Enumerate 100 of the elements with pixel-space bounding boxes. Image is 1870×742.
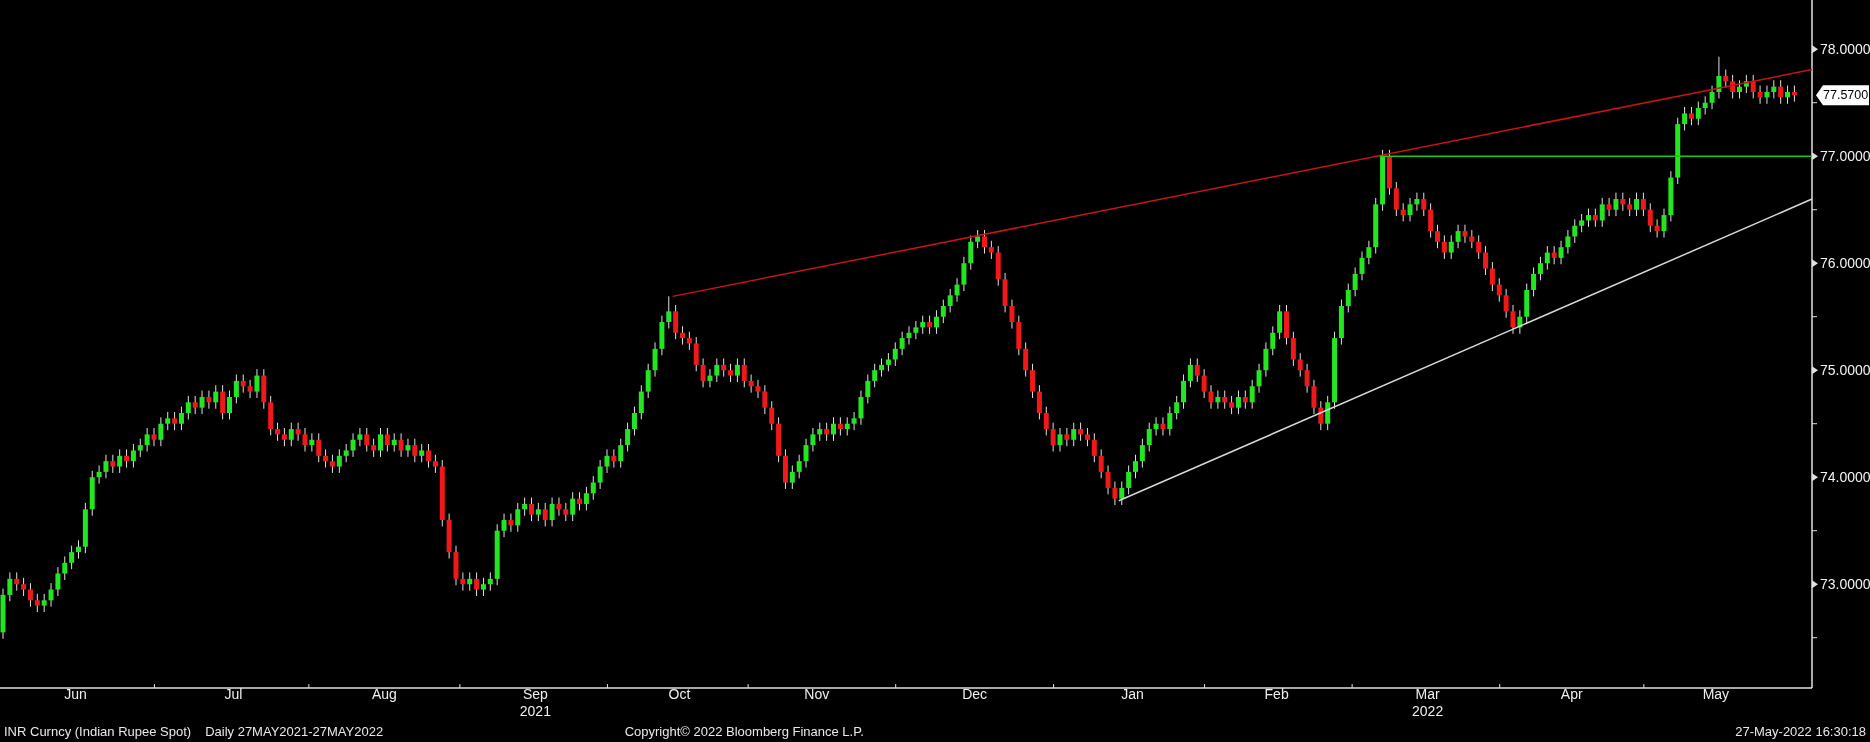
candlestick bbox=[1750, 74, 1756, 99]
candlestick bbox=[961, 256, 967, 292]
candlestick bbox=[1057, 427, 1063, 453]
candlestick bbox=[124, 448, 130, 469]
candlestick bbox=[851, 411, 857, 431]
candlestick bbox=[350, 432, 356, 458]
axis-label: Aug bbox=[371, 686, 397, 702]
candlestick bbox=[748, 373, 754, 394]
candlestick bbox=[480, 577, 486, 597]
candlestick bbox=[1167, 406, 1173, 436]
candlestick bbox=[1050, 422, 1056, 453]
candlestick bbox=[975, 229, 981, 249]
candlestick bbox=[62, 555, 68, 581]
candlestick bbox=[378, 427, 383, 458]
candlestick bbox=[1634, 192, 1640, 217]
candlestick bbox=[611, 448, 617, 469]
axis-label: Jan bbox=[1121, 686, 1144, 702]
candlestick bbox=[76, 539, 81, 560]
axis-label: Sep bbox=[522, 686, 548, 702]
candlestick bbox=[1400, 202, 1406, 222]
last-price-tag: 77.5700 bbox=[1816, 85, 1869, 106]
candlestick bbox=[1229, 395, 1235, 415]
axis-label: 73.0000 bbox=[1820, 576, 1870, 593]
axis-label: Dec bbox=[962, 686, 988, 702]
axis-label: Oct bbox=[668, 686, 691, 702]
candlestick bbox=[508, 513, 514, 533]
axis-label: 74.0000 bbox=[1820, 469, 1870, 486]
axis-label: 75.0000 bbox=[1820, 362, 1870, 379]
candlestick bbox=[295, 422, 301, 442]
candlestick bbox=[1345, 283, 1351, 313]
candlestick bbox=[899, 331, 905, 356]
candlestick bbox=[590, 475, 596, 501]
candlestick bbox=[920, 315, 926, 335]
candlestick bbox=[1421, 192, 1427, 217]
candlestick bbox=[501, 513, 507, 538]
candlestick bbox=[1737, 79, 1742, 99]
candlestick bbox=[1277, 304, 1283, 340]
candlestick bbox=[288, 422, 294, 447]
candlestick bbox=[117, 448, 123, 474]
candlestick bbox=[913, 320, 919, 340]
candlestick bbox=[1208, 384, 1214, 410]
candlestick bbox=[1297, 352, 1303, 378]
candlestick bbox=[172, 411, 178, 431]
candlestick bbox=[1084, 427, 1090, 447]
candlestick bbox=[1304, 363, 1310, 394]
candlestick bbox=[185, 395, 191, 420]
candlestick bbox=[220, 384, 226, 420]
candlestick bbox=[858, 390, 864, 426]
candlestick bbox=[1242, 390, 1248, 410]
candlestick bbox=[130, 443, 136, 469]
candlestick bbox=[27, 582, 33, 608]
candlestick bbox=[364, 427, 370, 453]
candlestick bbox=[1510, 304, 1516, 335]
candlestick bbox=[1091, 432, 1097, 463]
candlestick bbox=[21, 577, 27, 597]
candlestick bbox=[1133, 454, 1138, 479]
candlestick bbox=[247, 379, 253, 399]
candlestick bbox=[638, 384, 644, 420]
candlestick bbox=[165, 411, 171, 431]
candlestick bbox=[1572, 218, 1578, 244]
candlestick bbox=[275, 422, 281, 442]
candlestick bbox=[1318, 400, 1324, 431]
candlestick bbox=[69, 545, 75, 570]
candlestick bbox=[1009, 299, 1015, 329]
candlestick bbox=[474, 571, 480, 597]
candlestick bbox=[1448, 234, 1454, 260]
candlestick bbox=[1407, 197, 1413, 222]
candlestick bbox=[1654, 218, 1660, 239]
candlestick bbox=[714, 357, 720, 383]
candlestick bbox=[371, 438, 377, 458]
candlestick bbox=[1030, 363, 1036, 399]
candlestick bbox=[755, 379, 761, 399]
candlestick bbox=[1311, 379, 1317, 415]
candlestick bbox=[535, 502, 541, 522]
candlestick bbox=[844, 416, 850, 436]
candlestick bbox=[693, 336, 699, 372]
candlestick bbox=[151, 427, 157, 447]
candlestick bbox=[1558, 240, 1564, 265]
candlestick bbox=[577, 491, 583, 511]
candlestick bbox=[940, 299, 946, 324]
candlestick bbox=[1503, 288, 1509, 319]
candlestick bbox=[1723, 69, 1729, 89]
candlestick bbox=[1071, 422, 1077, 447]
candlestick bbox=[103, 454, 109, 479]
candlestick bbox=[652, 341, 658, 378]
candlestick bbox=[398, 432, 404, 458]
candlestick bbox=[1174, 395, 1180, 420]
candlestick bbox=[96, 464, 102, 485]
candlestick bbox=[1359, 250, 1365, 281]
candlestick bbox=[1592, 208, 1598, 228]
candlestick bbox=[721, 357, 727, 378]
candlestick bbox=[419, 443, 425, 463]
candlestick bbox=[412, 438, 418, 463]
candlestick bbox=[837, 416, 843, 436]
candlestick bbox=[110, 454, 116, 474]
candlestick bbox=[1462, 224, 1468, 244]
candlestick bbox=[1181, 373, 1187, 410]
candlestick bbox=[625, 422, 631, 453]
candlestick bbox=[1160, 416, 1166, 436]
candlestick bbox=[831, 416, 836, 442]
